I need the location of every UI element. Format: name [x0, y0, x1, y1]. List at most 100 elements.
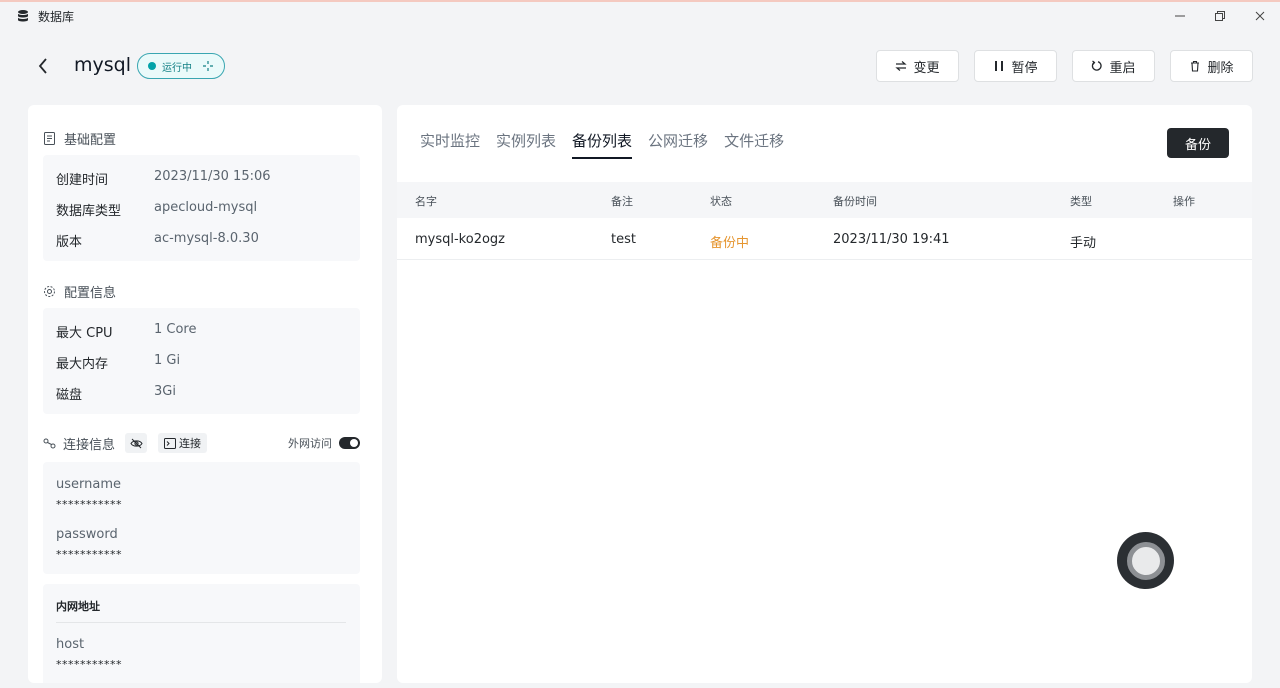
status-dot: [148, 62, 156, 70]
info-row-db-type: 数据库类型 apecloud-mysql: [56, 200, 257, 219]
floating-assistive-button[interactable]: [1117, 532, 1174, 589]
column-header-status: 状态: [710, 195, 732, 208]
close-icon: [1255, 11, 1265, 21]
pause-button[interactable]: 暂停: [974, 50, 1057, 82]
basic-config-box: 创建时间 2023/11/30 15:06 数据库类型 apecloud-mys…: [43, 155, 360, 261]
trash-icon: [1191, 60, 1200, 72]
info-value: ac-mysql-8.0.30: [154, 231, 259, 246]
window-controls: [1160, 2, 1280, 30]
details-panel: 基础配置 创建时间 2023/11/30 15:06 数据库类型 apeclou…: [28, 105, 382, 683]
external-access-toggle[interactable]: [339, 437, 360, 449]
info-value: apecloud-mysql: [154, 200, 258, 215]
table-row[interactable]: mysql-ko2ogz test 备份中 2023/11/30 19:41 手…: [397, 219, 1252, 260]
page-header: mysql 运行中 变更 暂停 重启 删除: [0, 40, 1280, 92]
database-icon: [16, 9, 30, 23]
window-title: 数据库: [38, 9, 75, 24]
restart-button-label: 重启: [1109, 60, 1136, 76]
restart-icon: [1092, 60, 1103, 71]
info-row-created: 创建时间 2023/11/30 15:06: [56, 169, 271, 188]
tab-instances[interactable]: 实例列表: [496, 130, 556, 158]
column-header-ops: 操作: [1173, 195, 1195, 208]
credentials-box: username *********** password **********…: [43, 462, 360, 574]
resource-config-title-text: 配置信息: [64, 286, 117, 301]
toggle-visibility-button[interactable]: [125, 433, 148, 453]
info-key: 数据库类型: [56, 204, 122, 219]
link-icon: [43, 437, 56, 450]
header-actions: 变更 暂停 重启 删除: [876, 50, 1253, 82]
backup-panel: 实时监控 实例列表 备份列表 公网迁移 文件迁移 备份 名字 备注 状态 备份时…: [397, 105, 1252, 683]
terminal-icon: [164, 437, 177, 449]
cell-time: 2023/11/30 19:41: [833, 232, 950, 247]
restore-icon: [1215, 11, 1225, 21]
back-button[interactable]: [34, 56, 52, 76]
gear-icon: [43, 285, 56, 298]
assistive-touch-icon: [1126, 541, 1165, 580]
info-value: 3Gi: [154, 384, 176, 399]
info-key: 版本: [56, 235, 83, 250]
info-value: 1 Core: [154, 322, 197, 337]
eye-off-icon: [129, 438, 143, 448]
change-button-label: 变更: [913, 60, 940, 76]
tab-public-migration[interactable]: 公网迁移: [648, 130, 708, 158]
host-label: host: [56, 637, 85, 652]
basic-config-title: 基础配置: [43, 129, 116, 148]
username-label: username: [56, 477, 121, 492]
backup-button[interactable]: 备份: [1167, 128, 1229, 158]
basic-config-title-text: 基础配置: [64, 133, 117, 148]
external-access-label: 外网访问: [288, 437, 332, 450]
pause-button-label: 暂停: [1011, 60, 1038, 76]
resource-config-title: 配置信息: [43, 282, 116, 301]
chevron-left-icon: [38, 58, 47, 74]
restart-button[interactable]: 重启: [1072, 50, 1155, 82]
tab-bar: 实时监控 实例列表 备份列表 公网迁移 文件迁移: [420, 130, 784, 159]
info-value: 2023/11/30 15:06: [154, 169, 271, 184]
minimize-button[interactable]: [1160, 2, 1200, 30]
info-key: 最大 CPU: [56, 326, 113, 341]
delete-button-label: 删除: [1207, 60, 1234, 76]
tab-file-migration[interactable]: 文件迁移: [724, 130, 784, 158]
column-header-type: 类型: [1070, 195, 1092, 208]
info-key: 磁盘: [56, 388, 83, 403]
table-header: 名字 备注 状态 备份时间 类型 操作: [397, 182, 1252, 218]
info-row-version: 版本 ac-mysql-8.0.30: [56, 231, 259, 250]
info-row-cpu: 最大 CPU 1 Core: [56, 322, 197, 341]
tab-monitor[interactable]: 实时监控: [420, 130, 480, 158]
cell-status: 备份中: [710, 236, 750, 251]
info-row-disk: 磁盘 3Gi: [56, 384, 176, 403]
connect-button[interactable]: 连接: [158, 433, 208, 453]
host-value[interactable]: ***********: [56, 658, 122, 671]
resource-config-box: 最大 CPU 1 Core 最大内存 1 Gi 磁盘 3Gi: [43, 308, 360, 414]
close-button[interactable]: [1240, 2, 1280, 30]
info-row-memory: 最大内存 1 Gi: [56, 353, 180, 372]
info-key: 最大内存: [56, 357, 109, 372]
pause-icon: [995, 61, 1004, 71]
connection-title: 连接信息: [63, 437, 116, 453]
password-label: password: [56, 527, 118, 542]
column-header-time: 备份时间: [833, 195, 877, 208]
restore-button[interactable]: [1200, 2, 1240, 30]
document-icon: [43, 132, 56, 145]
info-key: 创建时间: [56, 173, 109, 188]
divider: [56, 622, 346, 623]
status-text: 运行中: [162, 62, 192, 74]
delete-button[interactable]: 删除: [1170, 50, 1253, 82]
swap-icon: [895, 61, 908, 71]
tab-backups[interactable]: 备份列表: [572, 130, 633, 159]
connect-button-label: 连接: [179, 437, 202, 450]
cell-type: 手动: [1070, 236, 1097, 251]
title-bar: 数据库: [0, 2, 1280, 30]
page-title: mysql: [74, 54, 131, 76]
info-value: 1 Gi: [154, 353, 181, 368]
username-value[interactable]: ***********: [56, 498, 122, 511]
column-header-name: 名字: [415, 195, 437, 208]
column-header-remark: 备注: [611, 195, 633, 208]
password-value[interactable]: ***********: [56, 548, 122, 561]
lan-address-title: 内网地址: [56, 600, 100, 613]
loading-spinner-icon: [202, 60, 214, 72]
change-button[interactable]: 变更: [876, 50, 959, 82]
minimize-icon: [1175, 15, 1185, 17]
cell-remark: test: [611, 232, 636, 247]
cell-name: mysql-ko2ogz: [415, 232, 506, 247]
connection-header: 连接信息 连接 外网访问: [43, 432, 360, 454]
status-badge: 运行中: [137, 53, 225, 79]
